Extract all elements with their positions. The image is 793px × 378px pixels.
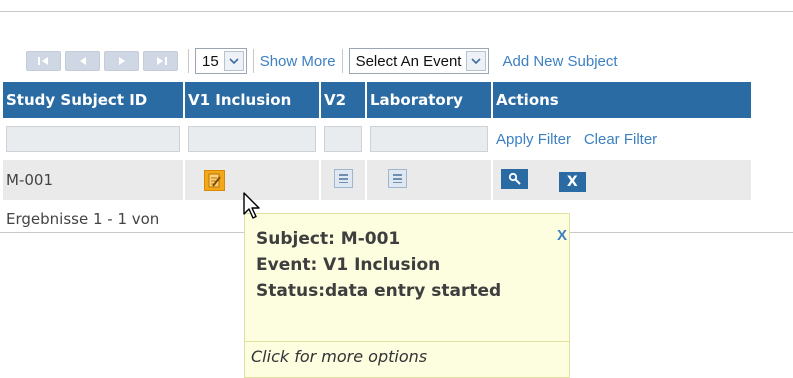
v2-cell [321, 160, 365, 200]
toolbar-divider [188, 49, 189, 73]
event-select-value: Select An Event [355, 52, 462, 70]
chevron-down-icon [223, 51, 244, 71]
page-size-value: 15 [202, 52, 219, 70]
previous-page-icon [79, 57, 86, 65]
actions-cell: X [493, 160, 751, 200]
next-page-button[interactable] [104, 51, 139, 71]
toolbar-divider [252, 49, 254, 73]
column-header-laboratory[interactable]: Laboratory [367, 82, 491, 118]
toolbar: 15 Show More Select An Event Add New Sub… [26, 47, 618, 75]
filter-laboratory[interactable] [370, 126, 488, 152]
column-header-actions: Actions [493, 82, 751, 118]
next-page-icon [118, 57, 125, 65]
magnifier-icon [508, 172, 521, 185]
column-header-v1-inclusion[interactable]: V1 Inclusion [185, 82, 319, 118]
filter-cell [321, 118, 365, 160]
not-scheduled-icon[interactable] [333, 168, 353, 188]
event-select[interactable]: Select An Event [348, 48, 490, 74]
filter-v1-inclusion[interactable] [188, 126, 316, 152]
tooltip-subject: Subject: M-001 [256, 229, 401, 249]
last-page-button[interactable] [143, 51, 178, 71]
filter-cell [185, 118, 319, 160]
not-scheduled-icon[interactable] [388, 168, 407, 188]
filter-cell [367, 118, 491, 160]
filter-actions-cell: Apply Filter Clear Filter [493, 118, 751, 160]
tooltip-status: Status:data entry started [256, 281, 502, 301]
tooltip-divider [245, 341, 569, 342]
tooltip-close-button[interactable]: X [557, 227, 567, 244]
filter-study-subject-id[interactable] [6, 126, 180, 152]
filter-v2[interactable] [324, 126, 362, 152]
data-entry-started-icon[interactable] [204, 169, 225, 191]
page-size-select[interactable]: 15 [195, 48, 247, 74]
chevron-down-icon [466, 51, 487, 71]
add-new-subject-link[interactable]: Add New Subject [502, 53, 617, 70]
show-more-link[interactable]: Show More [260, 53, 336, 70]
remove-subject-button[interactable]: X [558, 171, 586, 192]
clear-filter-link[interactable]: Clear Filter [584, 131, 657, 148]
first-page-icon [37, 57, 48, 65]
toolbar-divider [341, 49, 343, 73]
tooltip-event: Event: V1 Inclusion [256, 255, 441, 275]
mouse-cursor-icon [243, 192, 260, 219]
apply-filter-link[interactable]: Apply Filter [496, 131, 571, 148]
header-row: Study Subject ID V1 Inclusion V2 Laborat… [3, 82, 751, 118]
column-header-study-subject-id[interactable]: Study Subject ID [3, 82, 183, 118]
first-page-button[interactable] [26, 51, 61, 71]
event-status-tooltip: Subject: M-001 Event: V1 Inclusion Statu… [244, 213, 570, 378]
table-row: M-001 X [3, 160, 751, 200]
filter-row: Apply Filter Clear Filter [3, 118, 751, 160]
previous-page-button[interactable] [65, 51, 100, 71]
laboratory-cell [367, 160, 491, 200]
filter-cell [3, 118, 183, 160]
tooltip-more-options[interactable]: Click for more options [251, 347, 427, 366]
column-header-v2[interactable]: V2 [321, 82, 365, 118]
last-page-icon [156, 57, 167, 65]
view-subject-button[interactable] [501, 168, 528, 189]
subject-id-cell[interactable]: M-001 [3, 160, 183, 200]
tooltip-details: Subject: M-001 Event: V1 Inclusion Statu… [256, 226, 541, 304]
